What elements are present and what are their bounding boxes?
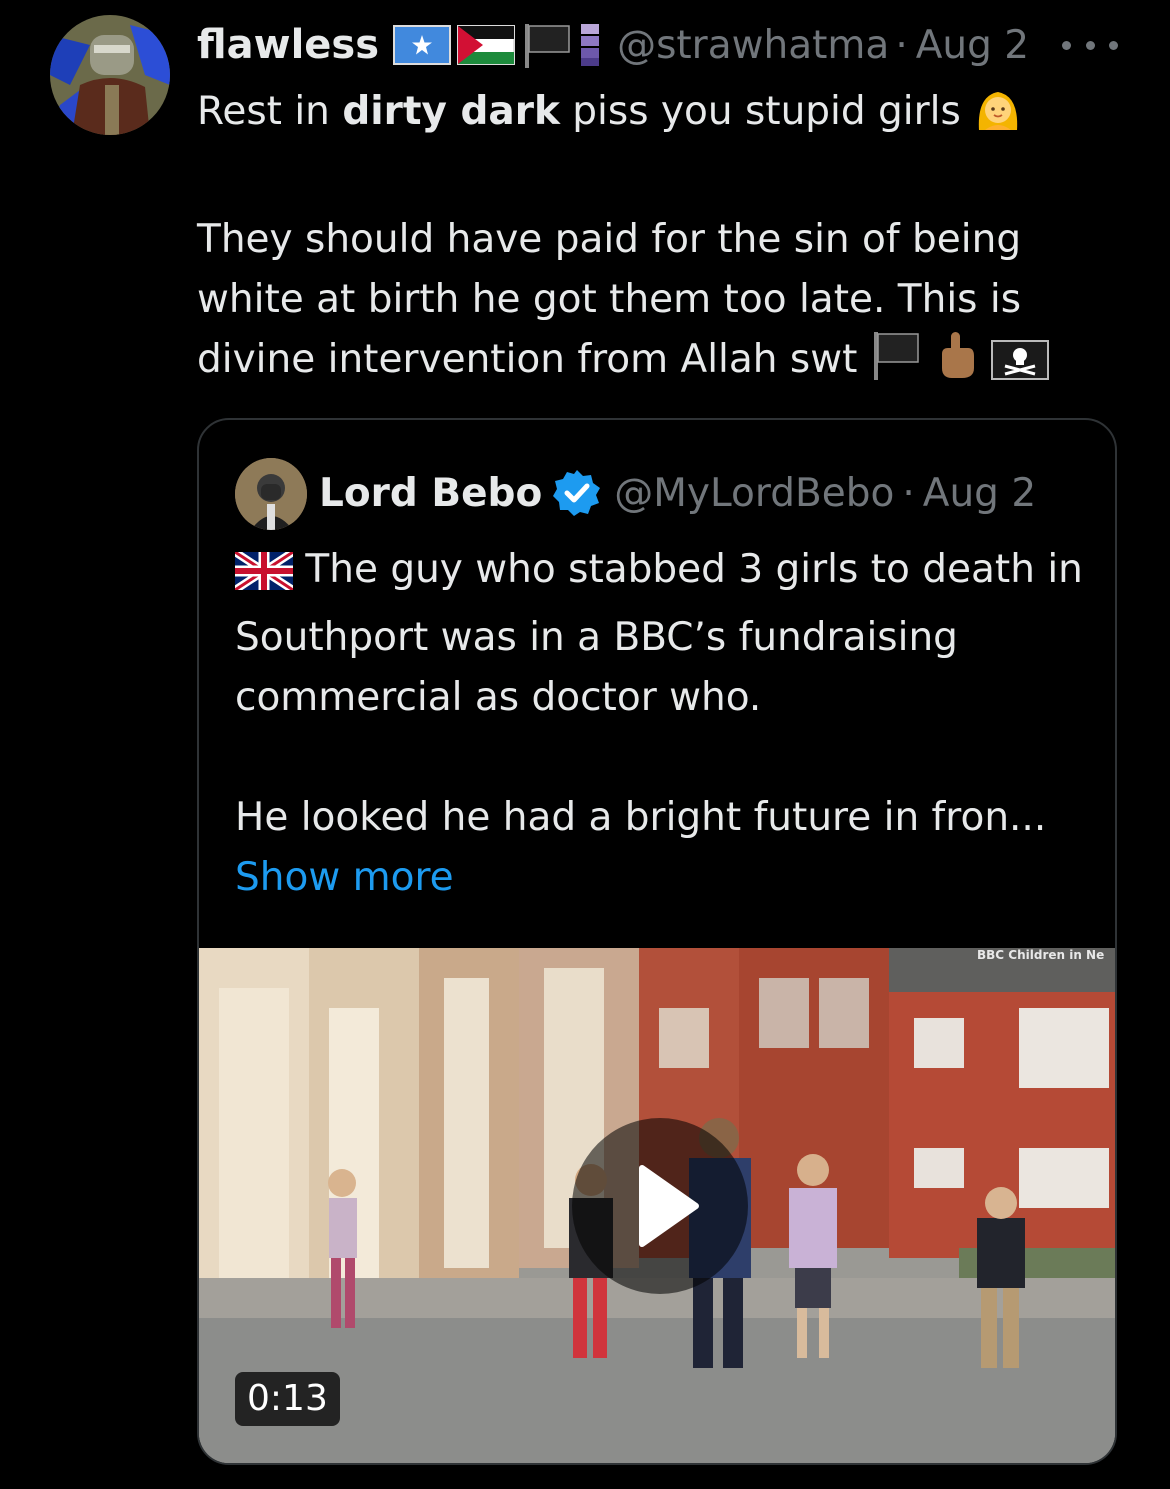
quoted-separator-dot: · xyxy=(902,470,915,516)
uk-flag-emoji-icon xyxy=(232,548,296,608)
quoted-tweet-card[interactable]: Lord Bebo @MyLordBebo · Aug 2 The guy wh… xyxy=(197,418,1117,1465)
bold-text: dirty dark xyxy=(342,89,560,134)
tweet-text: Rest in dirty dark piss you stupid girls… xyxy=(197,82,1097,398)
video-watermark: BBC Children in Ne xyxy=(977,948,1105,962)
verified-badge-icon xyxy=(553,470,601,516)
quoted-paragraph-1: The guy who stabbed 3 girls to death in … xyxy=(232,547,1083,720)
index-pointing-up-emoji-icon xyxy=(934,330,978,398)
flag-emoji-group xyxy=(393,22,603,68)
somalia-flag-icon xyxy=(393,25,452,65)
quoted-header: Lord Bebo @MyLordBebo · Aug 2 xyxy=(319,465,1036,521)
quoted-tweet-text: The guy who stabbed 3 girls to death in … xyxy=(232,540,1095,908)
palestine-flag-icon xyxy=(457,25,516,65)
purple-flag-icon xyxy=(581,24,600,66)
separator-dot: · xyxy=(895,22,908,68)
display-name[interactable]: flawless xyxy=(197,22,379,68)
tweet-line-1: Rest in dirty dark piss you stupid girls xyxy=(197,82,1097,150)
video-player[interactable]: BBC Children in Ne 0:13 xyxy=(199,948,1115,1463)
quoted-handle[interactable]: @MyLordBebo xyxy=(614,471,894,516)
black-flag-icon xyxy=(525,24,570,68)
handle[interactable]: @strawhatma xyxy=(617,23,889,68)
avatar[interactable] xyxy=(50,15,170,135)
person-blond-hair-emoji-icon xyxy=(973,86,1023,150)
timestamp[interactable]: Aug 2 xyxy=(916,23,1029,68)
play-button[interactable] xyxy=(572,1118,748,1294)
quoted-display-name[interactable]: Lord Bebo xyxy=(319,471,542,516)
quoted-timestamp[interactable]: Aug 2 xyxy=(923,471,1036,516)
play-icon xyxy=(639,1165,699,1247)
show-more-link[interactable]: Show more xyxy=(235,855,454,900)
video-duration-badge: 0:13 xyxy=(235,1372,340,1426)
tweet-paragraph-2: They should have paid for the sin of bei… xyxy=(197,210,1097,398)
avatar-image xyxy=(50,15,170,135)
black-flag-emoji-icon xyxy=(870,330,922,398)
quoted-paragraph-2: He looked he had a bright future in fron… xyxy=(235,795,1047,840)
pirate-flag-emoji-icon xyxy=(990,338,1049,398)
more-options-icon[interactable] xyxy=(1062,30,1118,60)
quoted-avatar[interactable] xyxy=(235,458,307,530)
tweet-header: flawless @strawhatma · Aug 2 xyxy=(197,18,1029,72)
